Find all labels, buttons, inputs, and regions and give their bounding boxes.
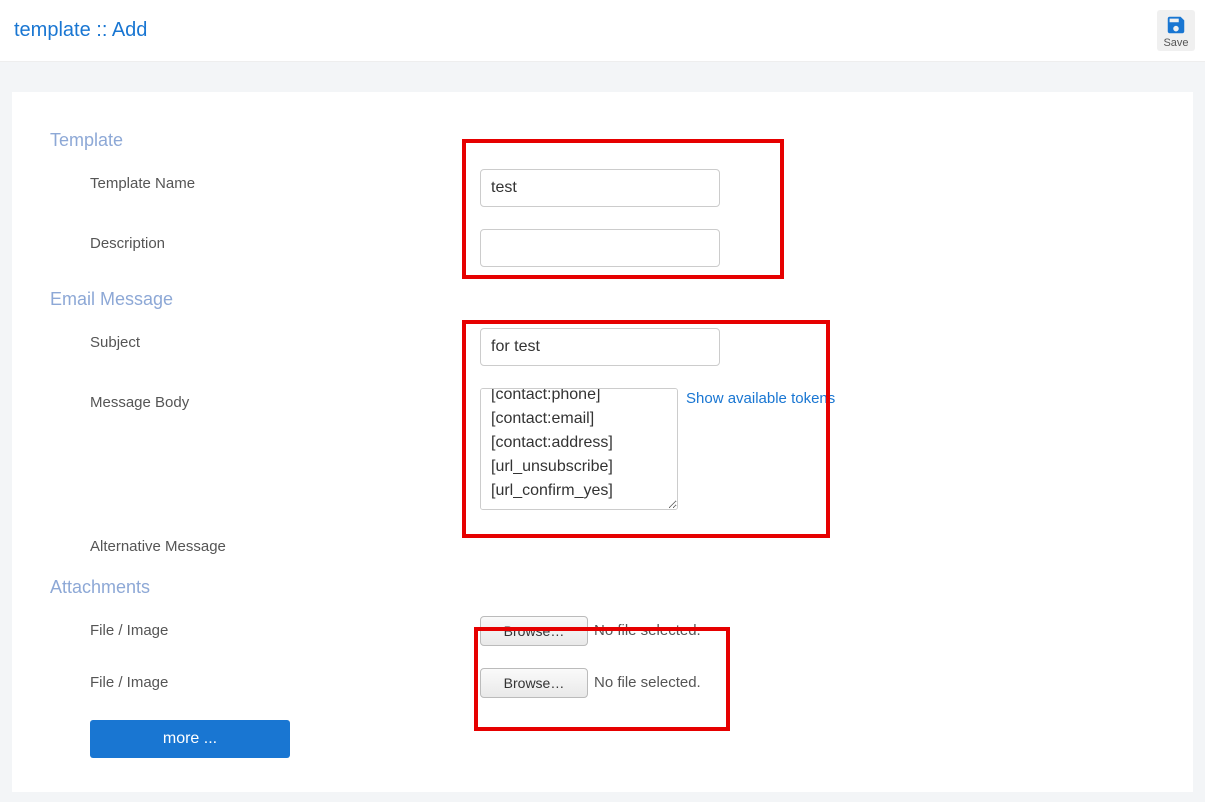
save-button-label: Save (1159, 37, 1193, 49)
page-header: template :: Add Save (0, 0, 1205, 62)
row-alt-message: Alternative Message (50, 532, 1163, 555)
file-status-1: No file selected. (594, 616, 701, 646)
input-description[interactable] (480, 229, 720, 267)
section-title-attachments: Attachments (50, 577, 1163, 598)
save-button[interactable]: Save (1157, 10, 1195, 51)
row-file-1: File / Image Browse… No file selected. (50, 616, 1163, 646)
row-description: Description (50, 229, 1163, 267)
input-template-name[interactable] (480, 169, 720, 207)
label-subject: Subject (50, 328, 480, 351)
label-file-2: File / Image (50, 668, 480, 691)
file-status-2: No file selected. (594, 668, 701, 698)
link-show-tokens[interactable]: Show available tokens (686, 388, 835, 407)
more-button[interactable]: more ... (90, 720, 290, 758)
row-template-name: Template Name (50, 169, 1163, 207)
browse-button-2[interactable]: Browse… (480, 668, 588, 698)
section-title-email: Email Message (50, 289, 1163, 310)
row-subject: Subject (50, 328, 1163, 366)
row-file-2: File / Image Browse… No file selected. (50, 668, 1163, 698)
save-icon (1165, 14, 1187, 36)
label-template-name: Template Name (50, 169, 480, 192)
browse-button-1[interactable]: Browse… (480, 616, 588, 646)
row-message-body: Message Body Show available tokens (50, 388, 1163, 510)
label-alt-message: Alternative Message (50, 532, 480, 555)
label-description: Description (50, 229, 480, 252)
page-title: template :: Add (14, 19, 147, 42)
textarea-message-body[interactable] (480, 388, 678, 510)
section-title-template: Template (50, 130, 1163, 151)
input-subject[interactable] (480, 328, 720, 366)
label-message-body: Message Body (50, 388, 480, 411)
form-panel: Template Template Name Description Email… (12, 92, 1193, 792)
page-background: Template Template Name Description Email… (0, 62, 1205, 802)
label-file-1: File / Image (50, 616, 480, 639)
